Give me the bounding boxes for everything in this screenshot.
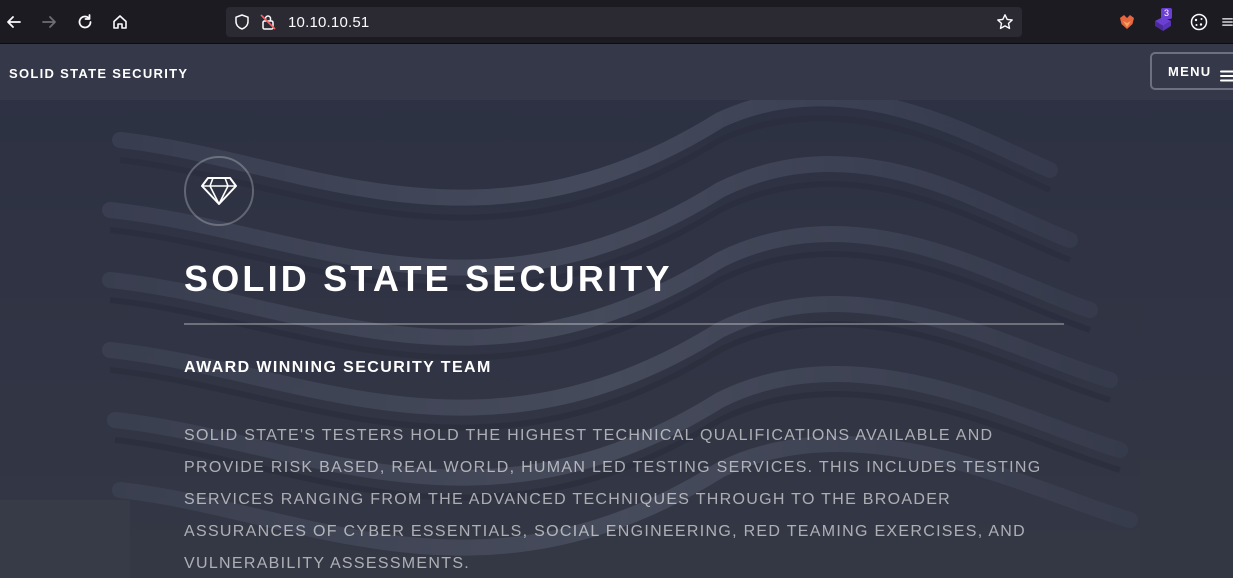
fox-extension-icon[interactable] [1115,10,1139,34]
overflow-menu-icon[interactable] [1222,10,1233,34]
hero-divider [184,323,1064,325]
address-bar[interactable]: 10.10.10.51 [226,7,1022,37]
hero-subtitle: AWARD WINNING SECURITY TEAM [184,359,492,376]
site-logo-link[interactable]: SOLID STATE SECURITY [9,66,188,81]
cookie-icon[interactable] [1187,10,1211,34]
shield-icon[interactable] [233,13,251,35]
hero-title: SOLID STATE SECURITY [184,258,673,299]
hamburger-icon [1220,67,1233,86]
hero-description: SOLID STATE'S TESTERS HOLD THE HIGHEST T… [184,427,1042,572]
insecure-lock-icon[interactable] [259,13,277,35]
url-text[interactable]: 10.10.10.51 [288,14,369,31]
menu-label: MENU [1168,64,1212,79]
site-header: SOLID STATE SECURITY MENU [0,44,1233,100]
forward-arrow-icon[interactable] [37,10,61,34]
home-icon[interactable] [108,10,132,34]
diamond-icon [201,177,237,205]
reload-icon[interactable] [73,10,97,34]
browser-toolbar: 10.10.10.51 3 [0,0,1233,44]
bookmark-star-icon[interactable] [996,13,1014,35]
extension-badge: 3 [1161,8,1173,19]
hero-banner: SOLID STATE SECURITY AWARD WINNING SECUR… [0,100,1233,578]
diamond-icon-badge [184,156,254,226]
back-arrow-icon[interactable] [2,10,26,34]
menu-button[interactable]: MENU [1150,52,1233,90]
purple-extension-icon[interactable]: 3 [1151,8,1175,34]
